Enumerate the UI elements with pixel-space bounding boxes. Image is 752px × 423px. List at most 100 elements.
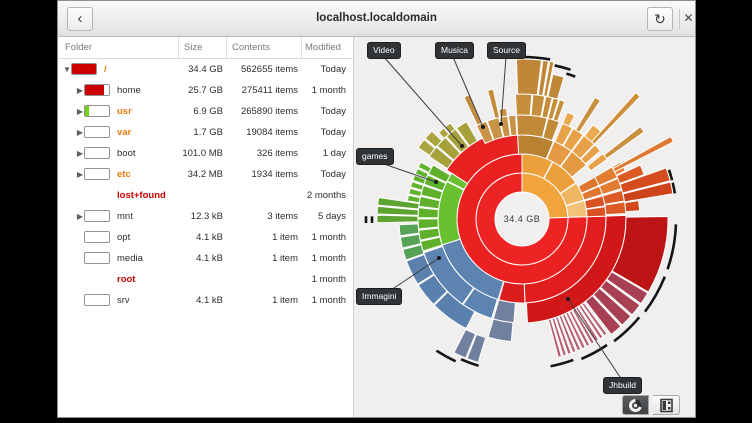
chart-segment[interactable]	[604, 127, 644, 159]
chart-segment[interactable]	[377, 215, 418, 223]
folder-modified: Today	[302, 164, 346, 185]
folder-name: lost+found	[117, 185, 166, 206]
folder-modified: 1 month	[302, 290, 346, 311]
usage-legend-box	[84, 126, 110, 138]
rings-view-button[interactable]	[622, 395, 649, 415]
usage-legend-box	[84, 147, 110, 159]
chart-segment[interactable]	[488, 319, 513, 342]
folder-size: 1.7 GB	[179, 122, 223, 143]
folder-contents: 1 item	[227, 290, 298, 311]
chart-total-size-label: 34.4 GB	[504, 214, 541, 224]
folder-size: 12.3 kB	[179, 206, 223, 227]
chart-segment[interactable]	[418, 219, 438, 229]
column-header-modified[interactable]: Modified	[301, 37, 341, 58]
depth-continuation-mark	[566, 74, 575, 77]
chart-callout-immagini: Immagini	[356, 288, 402, 305]
view-toggle	[622, 395, 680, 415]
chart-callout-jhbuild: Jhbuild	[603, 377, 642, 394]
table-row[interactable]: root 1 month	[58, 269, 353, 290]
usage-legend-fill	[72, 64, 96, 74]
folder-size: 4.1 kB	[179, 248, 223, 269]
folder-modified: 1 month	[302, 269, 346, 290]
treemap-icon	[659, 398, 674, 413]
usage-legend-box	[84, 252, 110, 264]
table-row[interactable]: ▼/34.4 GB562655 itemsToday	[58, 59, 353, 80]
folder-modified: 1 month	[302, 227, 346, 248]
table-header: Folder Size Contents Modified	[58, 37, 353, 59]
folder-size: 101.0 MB	[179, 143, 223, 164]
table-row[interactable]: media4.1 kB1 item1 month	[58, 248, 353, 269]
table-row[interactable]: ▶var1.7 GB19084 itemsToday	[58, 122, 353, 143]
usage-legend-box	[84, 105, 110, 117]
folder-modified: 1 month	[302, 80, 346, 101]
folder-contents: 1934 items	[227, 164, 298, 185]
table-row[interactable]: ▶usr6.9 GB265890 itemsToday	[58, 101, 353, 122]
chart-callout-video: Video	[367, 42, 401, 59]
folder-contents: 275411 items	[227, 80, 298, 101]
folder-name: home	[117, 80, 141, 101]
folder-name: root	[117, 269, 135, 290]
chart-segment[interactable]	[625, 201, 640, 212]
chart-segment[interactable]	[418, 208, 439, 218]
folder-name: srv	[117, 290, 130, 311]
table-row[interactable]: opt 4.1 kB1 item1 month	[58, 227, 353, 248]
table-row[interactable]: ▶boot101.0 MB326 items1 day	[58, 143, 353, 164]
chart-segment[interactable]	[515, 94, 531, 115]
folder-modified: Today	[302, 101, 346, 122]
chart-segment[interactable]	[464, 95, 481, 125]
folder-table-body: ▼/34.4 GB562655 itemsToday▶home25.7 GB27…	[58, 59, 353, 311]
usage-legend-box	[84, 168, 110, 180]
chart-segment[interactable]	[488, 89, 500, 118]
desktop-background: ‹ localhost.localdomain ↻ ✕ Folder Size …	[0, 0, 752, 423]
folder-name: mnt	[117, 206, 133, 227]
folder-modified: 2 months	[302, 185, 346, 206]
folder-contents: 265890 items	[227, 101, 298, 122]
folder-name: var	[117, 122, 131, 143]
callout-anchor-dot	[566, 297, 570, 301]
folder-size: 4.1 kB	[179, 227, 223, 248]
folder-modified: Today	[302, 122, 346, 143]
column-header-contents[interactable]: Contents	[226, 37, 270, 58]
close-icon[interactable]: ✕	[680, 1, 696, 36]
callout-anchor-dot	[481, 125, 485, 129]
callout-anchor-dot	[434, 180, 438, 184]
disk-usage-analyzer-window: ‹ localhost.localdomain ↻ ✕ Folder Size …	[57, 0, 696, 418]
folder-contents: 1 item	[227, 227, 298, 248]
window-title: localhost.localdomain	[58, 1, 695, 36]
table-row[interactable]: lost+found 2 months	[58, 185, 353, 206]
chart-segment[interactable]	[399, 224, 419, 236]
depth-continuation-mark	[551, 360, 574, 366]
table-row[interactable]: ▶etc34.2 MB1934 itemsToday	[58, 164, 353, 185]
depth-continuation-mark	[436, 351, 455, 362]
folder-name: media	[117, 248, 143, 269]
treemap-view-button[interactable]	[653, 395, 680, 415]
folder-contents	[227, 269, 298, 290]
table-row[interactable]: srv 4.1 kB1 item1 month	[58, 290, 353, 311]
callout-anchor-dot	[437, 256, 441, 260]
chart-segment[interactable]	[499, 108, 508, 117]
folder-tree-pane: Folder Size Contents Modified ▼/34.4 GB5…	[58, 37, 354, 418]
folder-size: 4.1 kB	[179, 290, 223, 311]
column-header-size[interactable]: Size	[178, 37, 202, 58]
column-header-folder[interactable]: Folder	[65, 37, 92, 58]
callout-anchor-dot	[499, 122, 503, 126]
table-row[interactable]: ▶home25.7 GB275411 items1 month	[58, 80, 353, 101]
usage-legend-box	[84, 294, 110, 306]
refresh-button[interactable]: ↻	[647, 7, 673, 31]
usage-legend-box	[71, 63, 97, 75]
chart-segment[interactable]	[563, 112, 575, 126]
chart-segment[interactable]	[516, 59, 541, 95]
folder-contents: 562655 items	[227, 59, 298, 80]
folder-name: opt	[117, 227, 130, 248]
folder-size: 34.2 MB	[179, 164, 223, 185]
folder-contents: 3 items	[227, 206, 298, 227]
callout-anchor-dot	[460, 144, 464, 148]
folder-name: boot	[117, 143, 136, 164]
depth-continuation-mark	[668, 224, 676, 269]
folder-size	[179, 269, 223, 290]
folder-size: 25.7 GB	[179, 80, 223, 101]
chart-segment[interactable]	[517, 115, 548, 138]
table-row[interactable]: ▶mnt12.3 kB3 items5 days	[58, 206, 353, 227]
callout-leader-line	[453, 57, 483, 127]
rings-chart[interactable]	[354, 37, 696, 418]
